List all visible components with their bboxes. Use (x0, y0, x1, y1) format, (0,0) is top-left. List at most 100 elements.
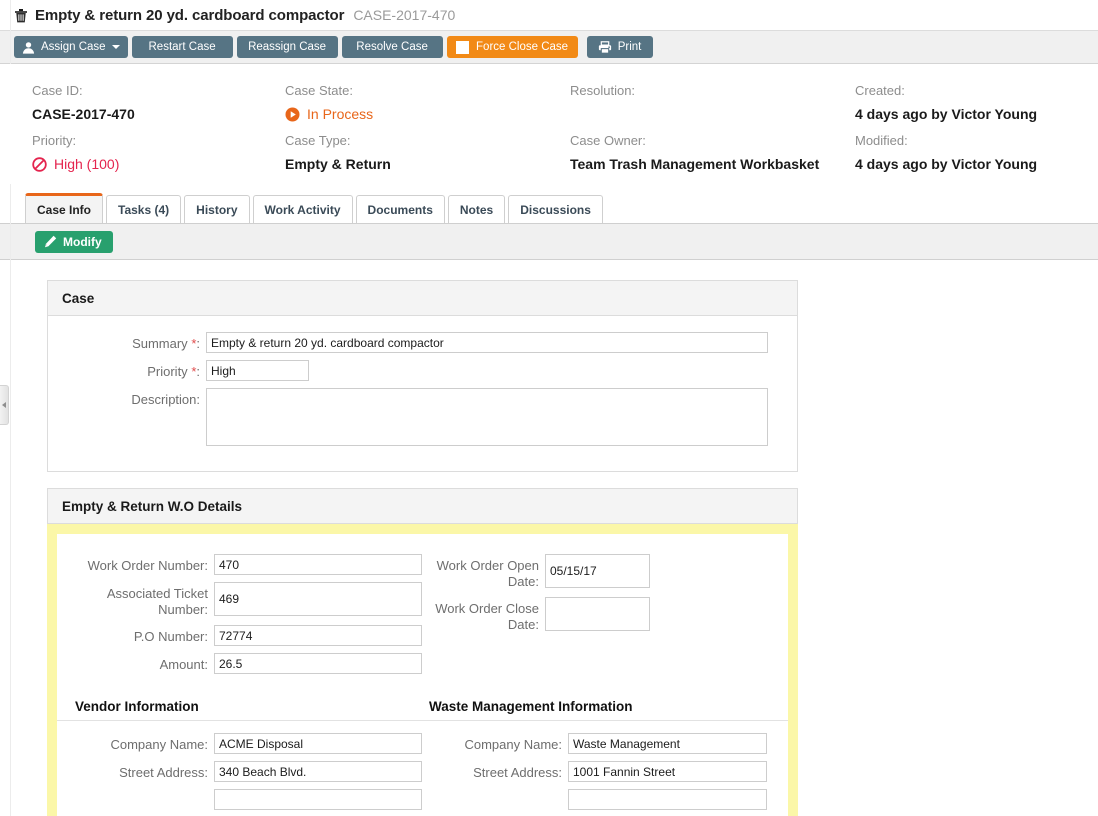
case-state-field: Case State: In Process (285, 80, 570, 130)
waste-heading-col: Waste Management Information (427, 681, 767, 720)
resolution-value (570, 102, 855, 126)
vendor-street-address-row: Street Address: (75, 761, 427, 782)
priority-value-wrap: High (100) (32, 152, 285, 176)
waste-street-address-input[interactable] (568, 761, 767, 782)
case-state-label: Case State: (285, 83, 353, 98)
work-order-close-date-row: Work Order Close Date: (429, 597, 767, 633)
amount-input[interactable] (214, 653, 422, 674)
case-owner-label: Case Owner: (570, 133, 646, 148)
modify-toolbar: Modify (0, 224, 1098, 260)
restart-case-button[interactable]: Restart Case (131, 36, 233, 58)
force-close-case-button[interactable]: Force Close Case (446, 36, 578, 58)
case-state-value-wrap: In Process (285, 102, 570, 126)
chevron-down-icon (111, 45, 120, 49)
tab-tasks[interactable]: Tasks (4) (106, 195, 182, 223)
case-id-label: Case ID: (32, 83, 83, 98)
work-order-number-label: Work Order Number: (87, 558, 208, 573)
tab-label: Tasks (4) (118, 202, 170, 217)
assign-case-button[interactable]: Assign Case (14, 36, 128, 58)
play-circle-icon (285, 107, 300, 121)
resolution-field: Resolution: (570, 80, 855, 130)
work-order-left-column: Work Order Number: Associated Ticket Num… (57, 554, 427, 681)
description-textarea[interactable] (206, 388, 768, 446)
user-icon (22, 41, 35, 54)
po-number-input[interactable] (214, 625, 422, 646)
case-type-label: Case Type: (285, 133, 351, 148)
work-order-grid: Work Order Number: Associated Ticket Num… (57, 554, 788, 681)
case-state-value: In Process (307, 106, 374, 122)
tab-work-activity[interactable]: Work Activity (252, 195, 353, 223)
tab-case-info[interactable]: Case Info (25, 193, 104, 223)
resolve-case-button[interactable]: Resolve Case (341, 36, 443, 58)
work-order-panel-heading: Empty & Return W.O Details (47, 488, 798, 524)
vendor-extra-row (75, 789, 427, 810)
tab-history[interactable]: History (184, 195, 250, 223)
tab-notes[interactable]: Notes (447, 195, 506, 223)
ban-circle-icon (32, 156, 47, 172)
waste-company-name-label: Company Name: (464, 737, 562, 752)
required-asterisk: * (191, 364, 197, 379)
tab-label: History (196, 202, 238, 217)
case-owner-value: Team Trash Management Workbasket (570, 156, 820, 172)
vendor-street-address-input[interactable] (214, 761, 422, 782)
po-number-label: P.O Number: (133, 629, 208, 644)
amount-label: Amount: (159, 657, 208, 672)
page-title: Empty & return 20 yd. cardboard compacto… (35, 6, 345, 24)
modified-field: Modified: 4 days ago by Victor Young (855, 130, 1065, 180)
case-id-value: CASE-2017-470 (32, 106, 135, 122)
waste-management-information-heading: Waste Management Information (429, 699, 633, 714)
modify-button[interactable]: Modify (35, 230, 113, 253)
waste-fields-col: Company Name: Street Address: (427, 733, 767, 816)
tab-label: Discussions (520, 202, 591, 217)
created-field: Created: 4 days ago by Victor Young (855, 80, 1065, 130)
associated-ticket-number-row: Associated Ticket Number: (75, 582, 427, 618)
assign-case-label: Assign Case (41, 41, 106, 53)
tab-discussions[interactable]: Discussions (508, 195, 603, 223)
stop-square-icon (456, 40, 470, 54)
summary-label-text: Summary (132, 336, 188, 351)
amount-row: Amount: (75, 653, 427, 674)
work-order-number-input[interactable] (214, 554, 422, 575)
case-panel: Case Summary *: Priority *: Description: (47, 280, 798, 472)
priority-field-label: Priority *: (147, 364, 200, 379)
reassign-case-button[interactable]: Reassign Case (236, 36, 338, 58)
required-asterisk: * (191, 336, 197, 351)
vendor-company-name-row: Company Name: (75, 733, 427, 754)
tab-label: Case Info (37, 202, 92, 217)
priority-form-row: Priority *: (48, 360, 797, 381)
priority-label: Priority: (32, 133, 77, 148)
reassign-case-label: Reassign Case (248, 41, 327, 53)
waste-extra-row (429, 789, 767, 810)
case-owner-field: Case Owner: Team Trash Management Workba… (570, 130, 855, 180)
waste-street-address-row: Street Address: (429, 761, 767, 782)
waste-company-name-input[interactable] (568, 733, 767, 754)
work-order-panel-body: Work Order Number: Associated Ticket Num… (47, 524, 798, 816)
work-order-open-date-input[interactable] (545, 554, 650, 588)
vendor-street-address-label: Street Address: (119, 765, 208, 780)
work-order-close-date-label: Work Order Close Date: (435, 601, 539, 632)
case-panel-heading: Case (47, 280, 798, 316)
vendor-heading-col: Vendor Information (57, 681, 427, 720)
vendor-extra-input[interactable] (214, 789, 422, 810)
work-order-inner: Work Order Number: Associated Ticket Num… (57, 534, 788, 816)
modified-label: Modified: (855, 133, 908, 148)
waste-company-name-row: Company Name: (429, 733, 767, 754)
summary-input[interactable] (206, 332, 768, 353)
priority-value: High (100) (54, 156, 120, 172)
tab-bar: Case Info Tasks (4) History Work Activit… (0, 193, 1098, 224)
waste-extra-input[interactable] (568, 789, 767, 810)
vendor-company-name-input[interactable] (214, 733, 422, 754)
sidebar-collapse-handle[interactable] (0, 385, 9, 425)
information-fields-grid: Company Name: Street Address: (57, 721, 788, 816)
work-order-close-date-input[interactable] (545, 597, 650, 631)
force-close-case-label: Force Close Case (476, 41, 569, 53)
print-button[interactable]: Print (586, 36, 653, 58)
summary-form-row: Summary *: (48, 332, 797, 353)
associated-ticket-number-input[interactable] (214, 582, 422, 616)
description-field-label: Description: (131, 392, 200, 407)
tab-documents[interactable]: Documents (355, 195, 445, 223)
case-info-content: Case Summary *: Priority *: Description: (0, 260, 1098, 816)
priority-input[interactable] (206, 360, 309, 381)
summary-row-1: Case ID: CASE-2017-470 Case State: In Pr… (0, 80, 1098, 130)
priority-field: Priority: High (100) (0, 130, 285, 180)
